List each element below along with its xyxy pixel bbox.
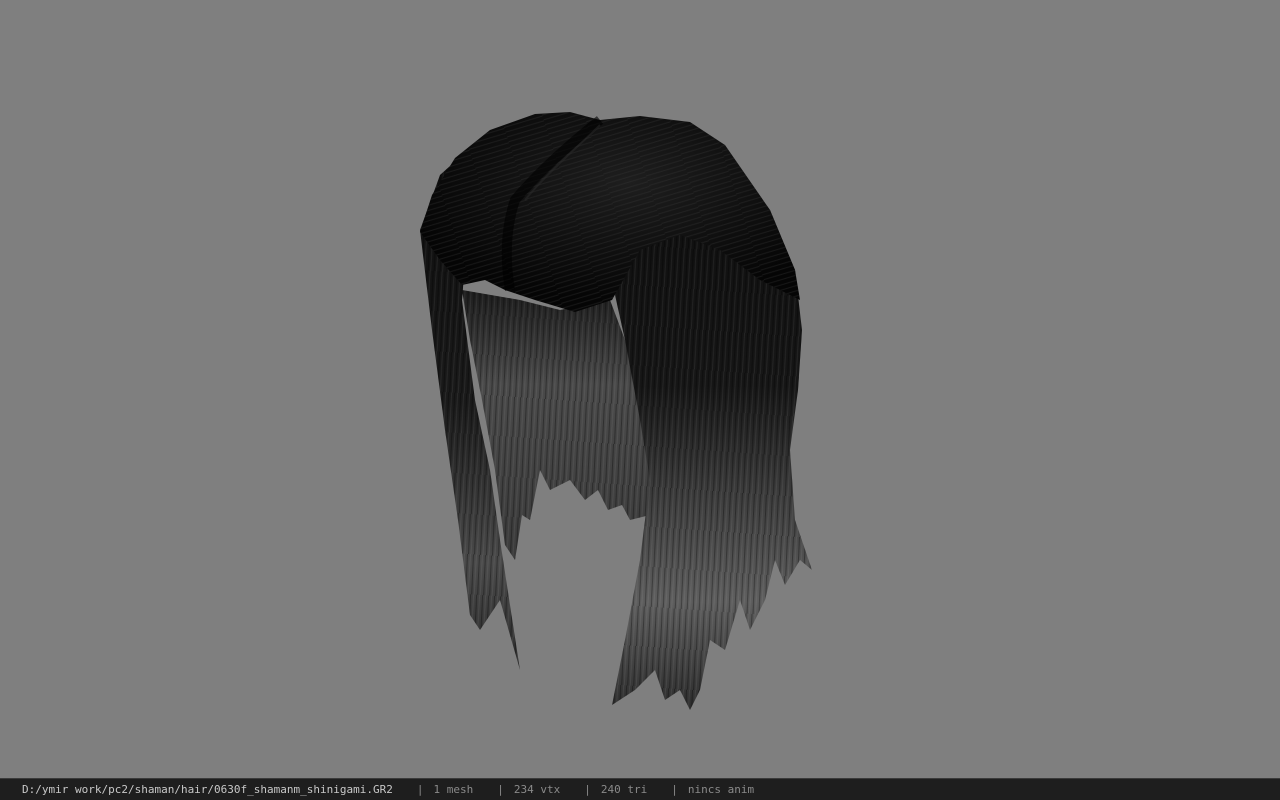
status-separator: | (416, 783, 424, 796)
status-separator: | (584, 783, 591, 796)
hair-model-render[interactable] (0, 0, 1280, 778)
vertex-count-label: 234 vtx (513, 783, 561, 796)
status-separator: | (497, 783, 504, 796)
mesh-count-label: 1 mesh (433, 783, 474, 796)
animation-status-label: nincs anim (687, 783, 755, 796)
file-path-label: D:/ymir work/pc2/shaman/hair/0630f_shama… (22, 783, 393, 796)
triangle-count-label: 240 tri (600, 783, 648, 796)
status-bar: D:/ymir work/pc2/shaman/hair/0630f_shama… (0, 778, 1280, 800)
status-separator: | (671, 783, 678, 796)
3d-viewport[interactable] (0, 0, 1280, 778)
